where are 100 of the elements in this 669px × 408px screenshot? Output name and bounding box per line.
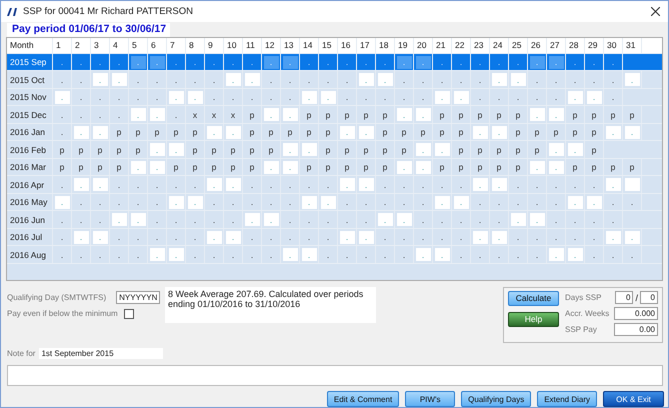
day-cell[interactable]: . xyxy=(244,178,260,192)
calendar-row[interactable]: 2016 Jul . . . . . . . . . . . . . . . . . . . . . . . . . . . . . . . xyxy=(7,228,662,246)
day-cell[interactable]: . xyxy=(396,178,412,192)
day-cell[interactable]: . xyxy=(54,248,70,262)
day-cell[interactable]: p xyxy=(624,160,640,174)
day-cell[interactable]: . xyxy=(282,213,298,226)
day-cell[interactable]: . xyxy=(340,248,354,262)
day-cell[interactable]: . xyxy=(548,73,564,86)
day-cell[interactable]: . xyxy=(434,213,450,226)
day-cell[interactable]: . xyxy=(396,248,412,262)
day-cell[interactable]: . xyxy=(130,178,146,192)
day-cell[interactable]: . xyxy=(130,230,146,244)
day-cell[interactable]: p xyxy=(510,126,526,139)
day-cell[interactable]: p xyxy=(358,108,374,122)
day-cell[interactable]: p xyxy=(188,126,202,139)
day-cell[interactable]: . xyxy=(454,73,468,86)
day-cell[interactable]: . xyxy=(378,90,392,104)
day-cell[interactable]: p xyxy=(358,160,374,174)
day-cell[interactable]: p xyxy=(586,143,602,156)
calendar-row[interactable]: 2015 Dec . . . . . . . x x x p . . p p p p p . . p p p p p . . p p p p xyxy=(7,106,662,124)
days-ssp-field[interactable]: 0 xyxy=(615,291,634,304)
day-cell[interactable]: . xyxy=(606,90,620,104)
day-cell[interactable]: p xyxy=(568,126,582,139)
day-cell[interactable]: p xyxy=(454,108,468,122)
day-cell[interactable]: . xyxy=(492,248,506,262)
day-cell[interactable]: . xyxy=(378,230,392,244)
day-cell[interactable]: . xyxy=(548,196,564,209)
day-cell[interactable]: x xyxy=(188,108,202,122)
day-cell[interactable]: p xyxy=(320,143,336,156)
day-cell[interactable]: . xyxy=(340,213,354,226)
day-cell[interactable]: . xyxy=(586,213,602,226)
day-cell[interactable]: . xyxy=(206,90,222,104)
day-cell[interactable]: . xyxy=(472,73,488,86)
day-cell[interactable]: . xyxy=(74,213,88,226)
day-cell[interactable]: p xyxy=(434,160,450,174)
day-cell[interactable]: p xyxy=(282,126,298,139)
day-cell[interactable]: . xyxy=(302,178,316,192)
day-cell[interactable]: . xyxy=(302,230,316,244)
day-cell[interactable]: p xyxy=(112,126,126,139)
day-cell[interactable]: p xyxy=(244,160,260,174)
day-cell[interactable]: . xyxy=(150,73,164,86)
day-cell[interactable]: p xyxy=(54,143,70,156)
day-cell[interactable]: p xyxy=(320,108,336,122)
day-cell[interactable]: . xyxy=(606,248,620,262)
day-cell[interactable]: . xyxy=(530,230,544,244)
day-cell[interactable]: . xyxy=(226,90,240,104)
calendar-row[interactable]: 2015 Nov . . . . . . . . . . . . . . . . . . . . . . . . . . . . . . xyxy=(7,88,662,106)
day-cell[interactable]: p xyxy=(568,160,582,174)
day-cell[interactable]: . xyxy=(264,73,278,86)
day-cell[interactable]: . xyxy=(282,73,298,86)
action-button[interactable]: Edit & Comment xyxy=(326,391,400,407)
day-cell[interactable]: . xyxy=(92,90,108,104)
day-cell[interactable]: . xyxy=(416,230,430,244)
day-cell[interactable]: p xyxy=(492,160,506,174)
day-cell[interactable]: p xyxy=(302,126,316,139)
day-cell[interactable]: p xyxy=(586,160,602,174)
day-cell[interactable]: . xyxy=(340,73,354,86)
day-cell[interactable]: p xyxy=(378,108,392,122)
day-cell[interactable]: . xyxy=(188,230,202,244)
day-cell[interactable]: p xyxy=(188,143,202,156)
day-cell[interactable]: . xyxy=(320,73,336,86)
day-cell[interactable]: . xyxy=(358,196,374,209)
day-cell[interactable]: . xyxy=(130,73,146,86)
calendar-row[interactable]: 2016 Jun . . . . . . . . . . . . . . . . . . . . . . . . . . . . . . xyxy=(7,211,662,229)
day-cell[interactable]: . xyxy=(624,196,640,209)
day-cell[interactable]: . xyxy=(92,196,108,209)
day-cell[interactable]: p xyxy=(396,126,412,139)
day-cell[interactable]: . xyxy=(54,126,70,139)
day-cell[interactable]: . xyxy=(568,178,582,192)
day-cell[interactable]: . xyxy=(568,73,582,86)
day-cell[interactable]: . xyxy=(226,213,240,226)
day-cell[interactable]: . xyxy=(188,248,202,262)
day-cell[interactable]: p xyxy=(320,126,336,139)
qualifying-day-field[interactable]: NYYYYYN xyxy=(116,290,160,304)
day-cell[interactable]: . xyxy=(606,73,620,86)
day-cell[interactable]: . xyxy=(510,248,526,262)
day-cell[interactable]: p xyxy=(54,160,70,174)
calendar-row[interactable]: 2016 Aug . . . . . . . . . . . . . . . . . . . . . . . . . . . . . . . xyxy=(7,246,662,264)
day-cell[interactable]: . xyxy=(530,90,544,104)
day-cell[interactable]: p xyxy=(112,160,126,174)
checkbox[interactable] xyxy=(124,308,134,319)
day-cell[interactable]: p xyxy=(320,160,336,174)
day-cell[interactable]: . xyxy=(282,230,298,244)
day-cell[interactable]: p xyxy=(168,160,184,174)
day-cell[interactable]: . xyxy=(74,108,88,122)
calendar-row[interactable]: 2016 Jan . . . p p p p p . . p p p p p . . p p p p p . . p p p p p . . xyxy=(7,124,662,142)
day-cell[interactable]: . xyxy=(416,178,430,192)
day-cell[interactable]: . xyxy=(606,213,620,226)
day-cell[interactable]: . xyxy=(206,248,222,262)
day-cell[interactable]: p xyxy=(150,126,164,139)
day-cell[interactable]: . xyxy=(396,90,412,104)
day-cell[interactable]: p xyxy=(530,143,544,156)
day-cell[interactable]: p xyxy=(416,126,430,139)
day-cell[interactable]: p xyxy=(454,160,468,174)
day-cell[interactable]: . xyxy=(188,178,202,192)
day-cell[interactable]: . xyxy=(434,178,450,192)
day-cell[interactable]: . xyxy=(244,90,260,104)
day-cell[interactable]: . xyxy=(548,90,564,104)
help-button[interactable]: Help xyxy=(508,312,559,327)
day-cell[interactable]: . xyxy=(264,230,278,244)
